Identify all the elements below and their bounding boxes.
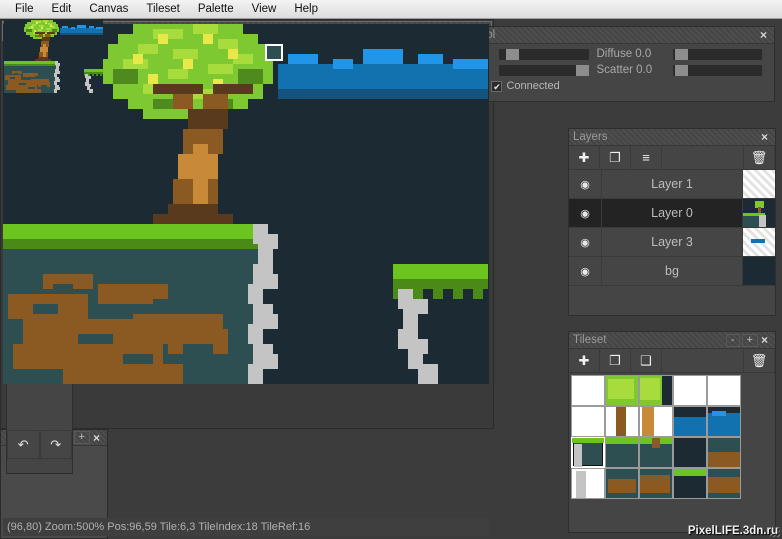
tileset-panel: Tileset - + × ✚ ❐ ❑ 🗑 xyxy=(568,331,776,533)
tileset-tile[interactable] xyxy=(571,468,605,499)
menu-item-help[interactable]: Help xyxy=(285,1,327,17)
tileset-zoom-out-button[interactable]: - xyxy=(725,333,740,347)
preview-zoom-in-button[interactable]: + xyxy=(73,431,90,444)
tileset-tile[interactable] xyxy=(639,468,673,499)
delete-tile-icon[interactable]: 🗑 xyxy=(744,349,775,372)
tileset-grid xyxy=(571,375,773,499)
scatter-label: Scatter 0.0 xyxy=(596,64,653,76)
layers-toolbar-spacer xyxy=(662,146,744,169)
layer-name: Layer 0 xyxy=(601,199,743,227)
menu-item-edit[interactable]: Edit xyxy=(43,1,81,17)
close-icon[interactable]: × xyxy=(757,29,770,41)
diffuse-label: Diffuse 0.0 xyxy=(596,48,652,60)
undo-redo-group: ↶ ↷ xyxy=(7,430,72,459)
eye-icon[interactable]: ◉ xyxy=(569,228,601,256)
layer-list: ◉ Layer 1 ◉ Layer 0 ◉ Layer 3 ◉ bg xyxy=(569,170,775,286)
watermark: PixelLIFE.3dn.ru xyxy=(687,525,778,537)
layer-row[interactable]: ◉ Layer 1 xyxy=(569,170,775,199)
tileset-tile[interactable] xyxy=(571,406,605,437)
tileset-tile[interactable] xyxy=(639,406,673,437)
tileset-tile[interactable] xyxy=(605,406,639,437)
eye-icon[interactable]: ◉ xyxy=(569,257,601,285)
tileset-tile[interactable] xyxy=(707,437,741,468)
tileset-tile[interactable] xyxy=(673,437,707,468)
tileset-tile[interactable] xyxy=(707,406,741,437)
status-bar: (96,80) Zoom:500% Pos:96,59 Tile:6,3 Til… xyxy=(3,518,489,536)
tileset-tile[interactable] xyxy=(639,375,673,406)
connected-checkbox[interactable]: ✔ Connected xyxy=(491,80,560,92)
tileset-tile[interactable] xyxy=(571,375,605,406)
tileset-tile[interactable] xyxy=(605,437,639,468)
scatter-field: Scatter 0.0 xyxy=(597,64,771,76)
eye-icon[interactable]: ◉ xyxy=(569,170,601,198)
duplicate-tile-icon[interactable]: ❐ xyxy=(600,349,631,372)
tileset-panel-titlebar: Tileset - + × xyxy=(569,332,775,349)
layer-thumbnail xyxy=(743,257,775,285)
tileset-tile[interactable] xyxy=(673,468,707,499)
tileset-tile[interactable] xyxy=(639,437,673,468)
tileset-tile[interactable] xyxy=(707,375,741,406)
add-layer-icon[interactable]: ✚ xyxy=(569,146,600,169)
menu-item-tileset[interactable]: Tileset xyxy=(137,1,188,17)
opacity-slider[interactable] xyxy=(499,64,589,76)
layer-row[interactable]: ◉ Layer 3 xyxy=(569,228,775,257)
layer-row[interactable]: ◉ Layer 0 xyxy=(569,199,775,228)
tileset-toolbar: ✚ ❐ ❑ 🗑 xyxy=(569,349,775,373)
menu-item-file[interactable]: File xyxy=(6,1,43,17)
layer-thumbnail xyxy=(743,228,775,256)
layers-toolbar: ✚ ❐ ≡ 🗑 xyxy=(569,146,775,170)
layer-name: Layer 1 xyxy=(601,170,743,198)
menu-item-canvas[interactable]: Canvas xyxy=(80,1,137,17)
tileset-tile[interactable] xyxy=(673,375,707,406)
layer-thumbnail xyxy=(743,199,775,227)
scatter-slider[interactable] xyxy=(672,64,762,76)
tileset-tile[interactable] xyxy=(605,468,639,499)
layers-panel-titlebar: Layers × xyxy=(569,129,775,146)
eye-icon[interactable]: ◉ xyxy=(569,199,601,227)
palette-swatch[interactable] xyxy=(265,44,283,61)
add-tile-icon[interactable]: ✚ xyxy=(569,349,600,372)
menu-item-palette[interactable]: Palette xyxy=(189,1,243,17)
remove-tile-icon[interactable]: ❑ xyxy=(631,349,662,372)
connected-checkbox-label: Connected xyxy=(506,80,560,92)
tileset-tile[interactable] xyxy=(673,406,707,437)
status-text: (96,80) Zoom:500% Pos:96,59 Tile:6,3 Til… xyxy=(7,521,311,533)
diffuse-field: Diffuse 0.0 xyxy=(597,48,771,60)
tileset-panel-title: Tileset xyxy=(573,334,607,346)
layers-panel: Layers × ✚ ❐ ≡ 🗑 ◉ Layer 1 ◉ Layer 0 ◉ Layer … xyxy=(568,128,776,316)
diffuse-slider[interactable] xyxy=(672,48,762,60)
menu-item-view[interactable]: View xyxy=(243,1,286,17)
tileset-zoom-in-button[interactable]: + xyxy=(741,333,758,347)
tileset-tile[interactable] xyxy=(605,375,639,406)
tileset-tile[interactable] xyxy=(571,437,605,468)
menu-bar: File Edit Canvas Tileset Palette View He… xyxy=(0,0,782,19)
redo-button[interactable]: ↷ xyxy=(39,430,72,459)
layers-panel-title: Layers xyxy=(573,131,608,143)
tileset-toolbar-spacer xyxy=(662,349,744,372)
layer-thumbnail xyxy=(743,170,775,198)
tileset-tile[interactable] xyxy=(707,468,741,499)
merge-layers-icon[interactable]: ≡ xyxy=(631,146,662,169)
close-icon[interactable]: × xyxy=(758,334,771,346)
duplicate-layer-icon[interactable]: ❐ xyxy=(600,146,631,169)
close-icon[interactable]: × xyxy=(90,432,103,444)
undo-button[interactable]: ↶ xyxy=(7,430,40,459)
preview-canvas[interactable] xyxy=(4,20,103,104)
size-slider[interactable] xyxy=(499,48,589,60)
layer-name: bg xyxy=(601,257,743,285)
layer-name: Layer 3 xyxy=(601,228,743,256)
close-icon[interactable]: × xyxy=(758,131,771,143)
delete-layer-icon[interactable]: 🗑 xyxy=(744,146,775,169)
connected-checkbox-box: ✔ xyxy=(491,80,503,92)
layer-row[interactable]: ◉ bg xyxy=(569,257,775,286)
